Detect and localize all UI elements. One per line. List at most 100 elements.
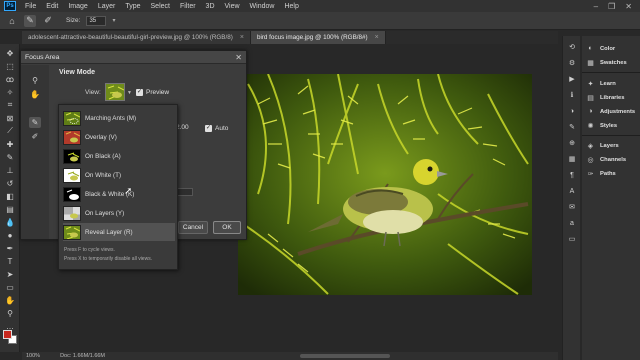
path-selection-tool-icon[interactable]: ➤ [3, 269, 17, 279]
rectangle-tool-icon[interactable]: ▭ [3, 282, 17, 292]
view-option-overlay[interactable]: Overlay (V) [63, 128, 175, 146]
hand-tool-icon[interactable]: ✋ [3, 295, 17, 305]
info-icon[interactable]: ℹ [567, 90, 577, 100]
panel-styles[interactable]: ✺ Styles [586, 121, 618, 130]
menu-filter[interactable]: Filter [175, 3, 201, 10]
cancel-button[interactable]: Cancel [178, 221, 208, 234]
panel-paths[interactable]: ✑ Paths [586, 169, 616, 178]
view-mode-dropdown[interactable] [105, 83, 125, 101]
minimize-icon[interactable]: – [594, 2, 598, 11]
menu-type[interactable]: Type [120, 3, 145, 10]
zoom-tool-icon[interactable]: ⚲ [3, 308, 17, 318]
notes-icon[interactable]: ✉ [567, 202, 577, 212]
healing-brush-tool-icon[interactable]: ✚ [3, 139, 17, 149]
history-brush-tool-icon[interactable]: ↺ [3, 178, 17, 188]
close-icon[interactable]: × [240, 34, 244, 41]
focus-area-subtract-tool-icon[interactable]: ✐ [29, 131, 41, 142]
panel-layers[interactable]: ◈ Layers [586, 141, 619, 150]
zoom-tool-icon[interactable]: ⚲ [29, 75, 41, 86]
focus-area-add-tool-icon[interactable]: ✎ [29, 117, 41, 128]
on-white-thumb [63, 167, 81, 183]
crop-tool-icon[interactable]: ⌗ [3, 100, 17, 110]
panel-libraries[interactable]: ▤ Libraries [586, 93, 624, 102]
pen-tool-icon[interactable]: ✒ [3, 243, 17, 253]
layers-stack-icon: ◈ [587, 142, 594, 150]
panel-learn[interactable]: ✦ Learn [586, 79, 616, 88]
type-tool-icon[interactable]: T [3, 256, 17, 266]
menu-bar: Ps File Edit Image Layer Type Select Fil… [0, 0, 640, 12]
menu-select[interactable]: Select [146, 3, 175, 10]
swatches-grid-icon: ▦ [587, 59, 594, 67]
view-option-black-and-white[interactable]: Black & White (K) [63, 185, 175, 203]
panel-color[interactable]: ◐ Color [586, 44, 615, 53]
horizontal-scrollbar[interactable] [300, 354, 390, 358]
document-tab-bar: adolescent-attractive-beautiful-beautifu… [22, 31, 558, 44]
menu-edit[interactable]: Edit [41, 3, 63, 10]
menu-view[interactable]: View [220, 3, 245, 10]
paragraph-icon[interactable]: ¶ [567, 170, 577, 180]
clone-source-icon[interactable]: ⊕ [567, 138, 577, 148]
menu-window[interactable]: Window [245, 3, 280, 10]
home-icon[interactable]: ⌂ [6, 15, 18, 27]
quick-select-tool-icon[interactable]: ✧ [3, 87, 17, 97]
preview-checkbox[interactable]: ✓ [136, 89, 143, 96]
close-icon[interactable]: ✕ [625, 2, 632, 11]
marquee-tool-icon[interactable]: ⬚ [3, 61, 17, 71]
lightbulb-icon: ✦ [587, 80, 594, 88]
blur-tool-icon[interactable]: 💧 [3, 217, 17, 227]
history-icon[interactable]: ⟲ [567, 42, 577, 52]
move-tool-icon[interactable]: ✥ [3, 48, 17, 58]
swatch-grid-icon[interactable]: ▦ [567, 154, 577, 164]
view-option-marching-ants[interactable]: Marching Ants (M) [63, 109, 175, 127]
chevron-down-icon[interactable]: ▾ [112, 17, 115, 24]
frame-tool-icon[interactable]: ⊠ [3, 113, 17, 123]
lasso-tool-icon[interactable]: ꝏ [3, 74, 17, 84]
hand-tool-icon[interactable]: ✋ [29, 89, 41, 100]
bird-photo[interactable] [238, 74, 532, 295]
menu-image[interactable]: Image [63, 3, 92, 10]
tab-girl-preview[interactable]: adolescent-attractive-beautiful-beautifu… [22, 31, 251, 44]
option-label: On Black (A) [85, 152, 121, 160]
size-label: Size: [66, 17, 81, 24]
brush-mode-icon[interactable]: ✐ [42, 15, 54, 27]
view-option-reveal-layer[interactable]: Reveal Layer (R) [63, 223, 175, 241]
gradient-tool-icon[interactable]: ▤ [3, 204, 17, 214]
view-option-on-white[interactable]: On White (T) [63, 166, 175, 184]
menu-layer[interactable]: Layer [93, 3, 121, 10]
view-option-on-black[interactable]: On Black (A) [63, 147, 175, 165]
adjust-icon[interactable]: ◑ [567, 106, 577, 116]
zoom-level[interactable]: 100% [26, 353, 40, 359]
photoshop-logo-icon: Ps [4, 1, 16, 11]
brush-tool-icon[interactable]: ✎ [3, 152, 17, 162]
tab-bird-focus[interactable]: bird focus image.jpg @ 100% (RGB/8#) × [250, 31, 386, 44]
chevron-down-icon[interactable]: ▼ [127, 90, 132, 96]
brush-tool-preset-icon[interactable]: ✎ [24, 14, 36, 27]
clone-stamp-tool-icon[interactable]: ⊥ [3, 165, 17, 175]
eyedropper-tool-icon[interactable]: ⟋ [3, 126, 17, 136]
view-option-on-layers[interactable]: On Layers (Y) [63, 204, 175, 222]
character-icon[interactable]: A [567, 186, 577, 196]
ok-button[interactable]: OK [213, 221, 241, 234]
brush-settings-icon[interactable]: ✎ [567, 122, 577, 132]
eraser-tool-icon[interactable]: ◧ [3, 191, 17, 201]
close-icon[interactable]: × [375, 34, 379, 41]
panel-channels[interactable]: ◎ Channels [586, 155, 626, 164]
view-thumbnail-image [106, 84, 124, 100]
channels-icon: ◎ [587, 156, 594, 164]
auto-checkbox[interactable]: ✓ [205, 125, 212, 132]
menu-file[interactable]: File [20, 3, 41, 10]
options-bar: ⌂ ✎ ✐ Size: 35 ▾ [0, 12, 640, 30]
actions-icon[interactable]: ▶ [567, 74, 577, 84]
panel-swatches[interactable]: ▦ Swatches [586, 58, 627, 67]
menu-3d[interactable]: 3D [201, 3, 220, 10]
restore-icon[interactable]: ❐ [608, 2, 615, 11]
close-icon[interactable]: ✕ [235, 51, 242, 64]
size-input[interactable]: 35 [86, 15, 107, 26]
properties-icon[interactable]: ⚙ [567, 58, 577, 68]
timeline-icon[interactable]: ▭ [567, 234, 577, 244]
glyphs-icon[interactable]: a [567, 218, 577, 228]
menu-help[interactable]: Help [279, 3, 303, 10]
panel-adjustments[interactable]: ◑ Adjustments [586, 107, 635, 116]
dodge-tool-icon[interactable]: ● [3, 230, 17, 240]
foreground-color-swatch[interactable] [3, 330, 12, 339]
